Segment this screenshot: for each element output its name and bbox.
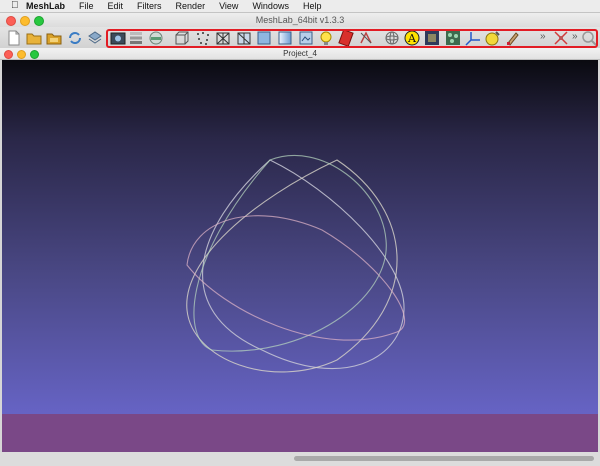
menu-meshlab[interactable]: MeshLab <box>26 0 65 12</box>
toolbar-highlight-frame <box>106 29 598 48</box>
subwindow-titlebar: Project_4 <box>0 48 600 60</box>
menu-filters[interactable]: Filters <box>137 0 162 12</box>
menu-view[interactable]: View <box>219 0 238 12</box>
subwindow-title: Project_4 <box>283 49 317 58</box>
menu-file[interactable]: File <box>79 0 94 12</box>
3d-viewport[interactable] <box>2 60 598 452</box>
subwindow-close-button[interactable] <box>4 50 13 59</box>
menu-windows[interactable]: Windows <box>252 0 289 12</box>
menu-bar:  MeshLab File Edit Filters Render View … <box>0 0 600 13</box>
save-icon[interactable] <box>87 30 103 46</box>
menu-render[interactable]: Render <box>176 0 206 12</box>
viewport-floor <box>2 414 598 452</box>
horizontal-scrollbar[interactable] <box>294 456 594 461</box>
mesh-curves <box>186 154 406 373</box>
window-titlebar: MeshLab_64bit v1.3.3 <box>0 13 600 27</box>
close-button[interactable] <box>6 16 16 26</box>
subwindow-minimize-button[interactable] <box>17 50 26 59</box>
menu-edit[interactable]: Edit <box>108 0 124 12</box>
menu-help[interactable]: Help <box>303 0 322 12</box>
reload-icon[interactable] <box>67 30 83 46</box>
zoom-button[interactable] <box>34 16 44 26</box>
minimize-button[interactable] <box>20 16 30 26</box>
new-document-icon[interactable] <box>6 30 22 46</box>
open-folder-icon[interactable] <box>26 30 42 46</box>
window-title: MeshLab_64bit v1.3.3 <box>255 15 345 25</box>
apple-logo-icon[interactable]:  <box>11 0 19 12</box>
status-bar <box>0 452 600 466</box>
subwindow-zoom-button[interactable] <box>30 50 39 59</box>
open-project-icon[interactable] <box>46 30 62 46</box>
